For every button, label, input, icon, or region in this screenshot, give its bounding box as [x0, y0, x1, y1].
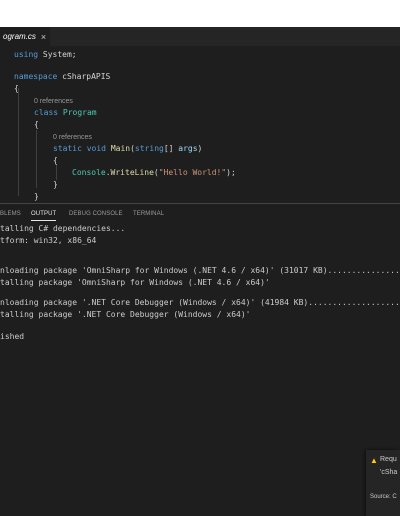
- close-icon[interactable]: ×: [41, 32, 46, 42]
- method-name: WriteLine: [110, 168, 154, 177]
- output-line: nloading package '.NET Core Debugger (Wi…: [0, 298, 400, 307]
- code-line-brace: }: [53, 180, 58, 189]
- output-line: ished: [0, 332, 25, 341]
- type-name: Console: [72, 168, 106, 177]
- codelens-references-class[interactable]: 0 references: [34, 97, 73, 107]
- code-line-main: static void Main(string[] args): [53, 143, 202, 154]
- code-editor[interactable]: using System; namespace cSharpAPIS { 0 r…: [0, 46, 400, 203]
- code-line-namespace: namespace cSharpAPIS: [14, 71, 110, 82]
- output-line: talling package '.NET Core Debugger (Win…: [0, 310, 251, 319]
- output-line: tform: win32, x86_64: [0, 236, 97, 245]
- keyword-using: using: [14, 50, 39, 59]
- code-line-writeline: Console.WriteLine("Hello World!");: [72, 167, 236, 178]
- indent-guide: [18, 88, 19, 196]
- output-line: talling package 'OmniSharp for Windows (…: [0, 278, 270, 287]
- keyword-class: class: [34, 108, 59, 117]
- code-line-brace: }: [34, 192, 39, 201]
- class-name: Program: [58, 108, 97, 117]
- punctuation: []: [163, 144, 179, 153]
- code-line-brace: {: [53, 156, 58, 165]
- title-bar: [0, 0, 400, 27]
- tab-problems[interactable]: BLEMS: [0, 207, 21, 221]
- notification-source: Source: C: [370, 494, 397, 500]
- editor-tab-strip: ogram.cs ×: [0, 27, 400, 46]
- method-name: Main: [106, 144, 131, 153]
- keyword-void: void: [81, 144, 106, 153]
- keyword-string: string: [134, 144, 164, 153]
- notification-message: Requ: [380, 456, 397, 463]
- editor-tab-program-cs[interactable]: ogram.cs ×: [0, 27, 50, 46]
- keyword-namespace: namespace: [14, 72, 58, 81]
- punctuation: );: [226, 168, 236, 177]
- output-line: nloading package 'OmniSharp for Windows …: [0, 266, 400, 275]
- indent-guide: [36, 130, 37, 188]
- code-line-using: using System;: [14, 49, 77, 60]
- notification-message-line2: 'cSha: [380, 469, 398, 476]
- namespace-name: cSharpAPIS: [57, 72, 111, 81]
- keyword-static: static: [53, 144, 82, 153]
- tab-output[interactable]: OUTPUT: [31, 207, 57, 221]
- tab-debug-console[interactable]: DEBUG CONSOLE: [69, 207, 123, 221]
- output-panel[interactable]: talling C# dependencies... tform: win32,…: [0, 223, 400, 453]
- output-line: talling C# dependencies...: [0, 224, 126, 233]
- codelens-references-method[interactable]: 0 references: [53, 133, 92, 143]
- notification-toast[interactable]: ▲ Requ 'cSha Source: C: [366, 450, 400, 516]
- namespace-system: System;: [38, 50, 77, 59]
- editor-tab-label: ogram.cs: [3, 32, 36, 41]
- panel-tab-bar: BLEMS OUTPUT DEBUG CONSOLE TERMINAL: [0, 207, 400, 221]
- tab-terminal[interactable]: TERMINAL: [133, 207, 164, 221]
- warning-icon: ▲: [370, 456, 378, 465]
- parameter-name: args: [178, 144, 198, 153]
- panel-divider: [0, 203, 400, 204]
- code-line-brace: {: [34, 120, 39, 129]
- indent-guide: [56, 164, 57, 180]
- string-literal: "Hello World!": [158, 168, 227, 177]
- code-line-brace: {: [14, 84, 19, 93]
- code-line-class: class Program: [34, 107, 97, 118]
- punctuation: ): [197, 144, 203, 153]
